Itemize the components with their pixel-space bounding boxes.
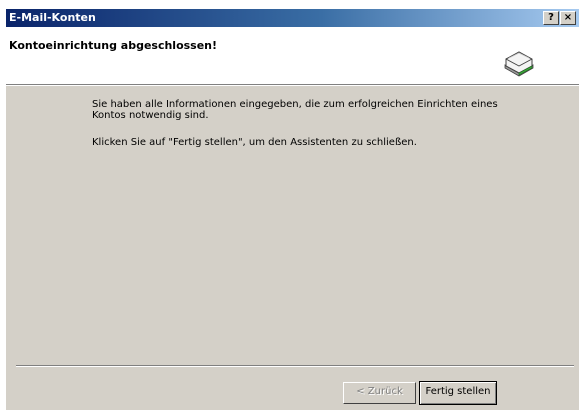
- window-title: E-Mail-Konten: [9, 11, 96, 24]
- help-button[interactable]: ?: [543, 11, 559, 25]
- info-paragraph: Sie haben alle Informationen eingegeben,…: [92, 99, 498, 121]
- header-divider: [6, 84, 579, 86]
- wizard-header: Kontoeinrichtung abgeschlossen!: [6, 27, 579, 84]
- help-icon: ?: [548, 12, 554, 23]
- finish-button[interactable]: Fertig stellen: [419, 381, 497, 405]
- close-button[interactable]: ×: [560, 11, 576, 25]
- email-accounts-dialog: E-Mail-Konten ? × Kontoeinrichtung abges…: [6, 9, 579, 410]
- footer-divider: [16, 365, 574, 367]
- title-bar[interactable]: E-Mail-Konten ? ×: [6, 9, 579, 27]
- mail-envelope-icon: [502, 49, 536, 77]
- back-button[interactable]: < Zurück: [343, 382, 416, 404]
- instruction-paragraph: Klicken Sie auf "Fertig stellen", um den…: [92, 137, 417, 148]
- close-icon: ×: [563, 12, 573, 23]
- page-title: Kontoeinrichtung abgeschlossen!: [9, 39, 218, 52]
